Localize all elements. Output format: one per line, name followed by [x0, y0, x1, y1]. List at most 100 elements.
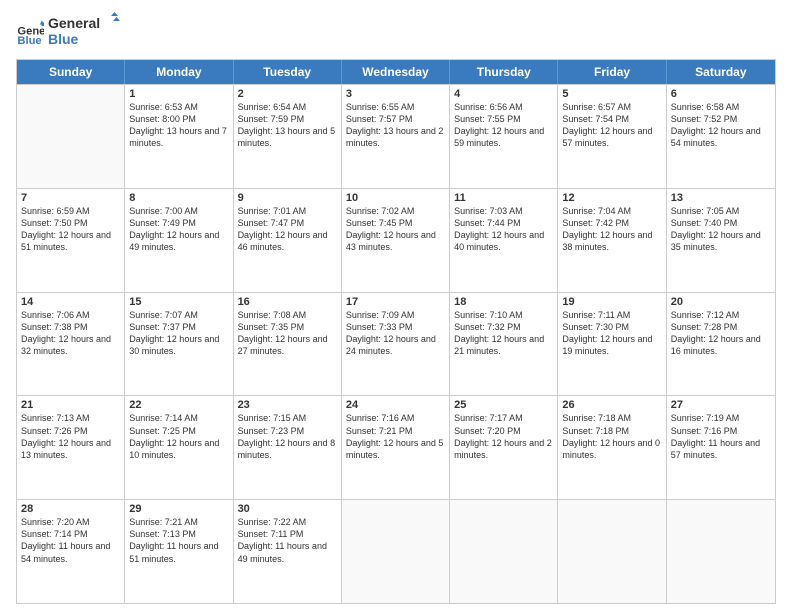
calendar-cell [17, 85, 125, 188]
day-number: 14 [21, 296, 120, 308]
day-info: Sunrise: 7:20 AMSunset: 7:14 PMDaylight:… [21, 516, 120, 565]
calendar-cell: 10Sunrise: 7:02 AMSunset: 7:45 PMDayligh… [342, 189, 450, 292]
calendar-cell: 24Sunrise: 7:16 AMSunset: 7:21 PMDayligh… [342, 396, 450, 499]
day-info: Sunrise: 6:53 AMSunset: 8:00 PMDaylight:… [129, 101, 228, 150]
day-info: Sunrise: 7:17 AMSunset: 7:20 PMDaylight:… [454, 412, 553, 461]
day-info: Sunrise: 7:16 AMSunset: 7:21 PMDaylight:… [346, 412, 445, 461]
day-info: Sunrise: 7:11 AMSunset: 7:30 PMDaylight:… [562, 309, 661, 358]
calendar-cell: 25Sunrise: 7:17 AMSunset: 7:20 PMDayligh… [450, 396, 558, 499]
calendar-cell [558, 500, 666, 603]
day-number: 13 [671, 192, 771, 204]
day-info: Sunrise: 6:59 AMSunset: 7:50 PMDaylight:… [21, 205, 120, 254]
calendar-cell: 5Sunrise: 6:57 AMSunset: 7:54 PMDaylight… [558, 85, 666, 188]
calendar-cell: 9Sunrise: 7:01 AMSunset: 7:47 PMDaylight… [234, 189, 342, 292]
calendar-cell: 22Sunrise: 7:14 AMSunset: 7:25 PMDayligh… [125, 396, 233, 499]
day-info: Sunrise: 7:08 AMSunset: 7:35 PMDaylight:… [238, 309, 337, 358]
calendar-header: SundayMondayTuesdayWednesdayThursdayFrid… [17, 60, 775, 84]
day-info: Sunrise: 6:55 AMSunset: 7:57 PMDaylight:… [346, 101, 445, 150]
calendar-row: 14Sunrise: 7:06 AMSunset: 7:38 PMDayligh… [17, 292, 775, 396]
calendar-cell: 13Sunrise: 7:05 AMSunset: 7:40 PMDayligh… [667, 189, 775, 292]
day-number: 6 [671, 88, 771, 100]
day-number: 25 [454, 399, 553, 411]
svg-text:General: General [48, 15, 100, 31]
day-number: 15 [129, 296, 228, 308]
logo: General Blue General Blue [16, 12, 120, 53]
calendar-row: 1Sunrise: 6:53 AMSunset: 8:00 PMDaylight… [17, 84, 775, 188]
header-day-thursday: Thursday [450, 60, 558, 84]
day-info: Sunrise: 7:22 AMSunset: 7:11 PMDaylight:… [238, 516, 337, 565]
day-number: 24 [346, 399, 445, 411]
header-day-friday: Friday [558, 60, 666, 84]
calendar-cell [667, 500, 775, 603]
calendar-cell: 29Sunrise: 7:21 AMSunset: 7:13 PMDayligh… [125, 500, 233, 603]
calendar-cell: 4Sunrise: 6:56 AMSunset: 7:55 PMDaylight… [450, 85, 558, 188]
day-info: Sunrise: 7:06 AMSunset: 7:38 PMDaylight:… [21, 309, 120, 358]
day-number: 26 [562, 399, 661, 411]
calendar-cell: 12Sunrise: 7:04 AMSunset: 7:42 PMDayligh… [558, 189, 666, 292]
calendar-cell: 15Sunrise: 7:07 AMSunset: 7:37 PMDayligh… [125, 293, 233, 396]
header-day-monday: Monday [125, 60, 233, 84]
calendar-cell: 14Sunrise: 7:06 AMSunset: 7:38 PMDayligh… [17, 293, 125, 396]
calendar-cell: 19Sunrise: 7:11 AMSunset: 7:30 PMDayligh… [558, 293, 666, 396]
day-number: 28 [21, 503, 120, 515]
calendar-cell [342, 500, 450, 603]
day-number: 29 [129, 503, 228, 515]
header-day-sunday: Sunday [17, 60, 125, 84]
day-number: 10 [346, 192, 445, 204]
day-number: 22 [129, 399, 228, 411]
day-number: 5 [562, 88, 661, 100]
svg-text:Blue: Blue [17, 35, 41, 47]
calendar: SundayMondayTuesdayWednesdayThursdayFrid… [16, 59, 776, 604]
calendar-row: 7Sunrise: 6:59 AMSunset: 7:50 PMDaylight… [17, 188, 775, 292]
day-info: Sunrise: 6:58 AMSunset: 7:52 PMDaylight:… [671, 101, 771, 150]
day-info: Sunrise: 7:00 AMSunset: 7:49 PMDaylight:… [129, 205, 228, 254]
day-number: 30 [238, 503, 337, 515]
svg-text:Blue: Blue [48, 31, 79, 47]
day-info: Sunrise: 7:15 AMSunset: 7:23 PMDaylight:… [238, 412, 337, 461]
calendar-cell: 2Sunrise: 6:54 AMSunset: 7:59 PMDaylight… [234, 85, 342, 188]
day-number: 19 [562, 296, 661, 308]
day-info: Sunrise: 7:19 AMSunset: 7:16 PMDaylight:… [671, 412, 771, 461]
calendar-cell: 27Sunrise: 7:19 AMSunset: 7:16 PMDayligh… [667, 396, 775, 499]
day-info: Sunrise: 7:12 AMSunset: 7:28 PMDaylight:… [671, 309, 771, 358]
header-day-wednesday: Wednesday [342, 60, 450, 84]
day-number: 11 [454, 192, 553, 204]
day-number: 12 [562, 192, 661, 204]
calendar-cell: 23Sunrise: 7:15 AMSunset: 7:23 PMDayligh… [234, 396, 342, 499]
day-info: Sunrise: 7:18 AMSunset: 7:18 PMDaylight:… [562, 412, 661, 461]
header-day-tuesday: Tuesday [234, 60, 342, 84]
day-info: Sunrise: 7:01 AMSunset: 7:47 PMDaylight:… [238, 205, 337, 254]
day-info: Sunrise: 6:57 AMSunset: 7:54 PMDaylight:… [562, 101, 661, 150]
day-number: 20 [671, 296, 771, 308]
day-info: Sunrise: 7:03 AMSunset: 7:44 PMDaylight:… [454, 205, 553, 254]
day-info: Sunrise: 7:13 AMSunset: 7:26 PMDaylight:… [21, 412, 120, 461]
day-number: 23 [238, 399, 337, 411]
calendar-cell: 7Sunrise: 6:59 AMSunset: 7:50 PMDaylight… [17, 189, 125, 292]
page-header: General Blue General Blue [16, 12, 776, 53]
day-info: Sunrise: 6:54 AMSunset: 7:59 PMDaylight:… [238, 101, 337, 150]
calendar-cell: 18Sunrise: 7:10 AMSunset: 7:32 PMDayligh… [450, 293, 558, 396]
calendar-cell: 1Sunrise: 6:53 AMSunset: 8:00 PMDaylight… [125, 85, 233, 188]
calendar-cell: 6Sunrise: 6:58 AMSunset: 7:52 PMDaylight… [667, 85, 775, 188]
day-number: 8 [129, 192, 228, 204]
day-info: Sunrise: 7:02 AMSunset: 7:45 PMDaylight:… [346, 205, 445, 254]
day-info: Sunrise: 7:14 AMSunset: 7:25 PMDaylight:… [129, 412, 228, 461]
day-info: Sunrise: 7:04 AMSunset: 7:42 PMDaylight:… [562, 205, 661, 254]
day-info: Sunrise: 7:21 AMSunset: 7:13 PMDaylight:… [129, 516, 228, 565]
calendar-body: 1Sunrise: 6:53 AMSunset: 8:00 PMDaylight… [17, 84, 775, 603]
day-info: Sunrise: 7:07 AMSunset: 7:37 PMDaylight:… [129, 309, 228, 358]
calendar-cell: 20Sunrise: 7:12 AMSunset: 7:28 PMDayligh… [667, 293, 775, 396]
day-number: 18 [454, 296, 553, 308]
calendar-cell: 30Sunrise: 7:22 AMSunset: 7:11 PMDayligh… [234, 500, 342, 603]
calendar-row: 21Sunrise: 7:13 AMSunset: 7:26 PMDayligh… [17, 395, 775, 499]
day-number: 4 [454, 88, 553, 100]
day-number: 3 [346, 88, 445, 100]
day-number: 9 [238, 192, 337, 204]
calendar-row: 28Sunrise: 7:20 AMSunset: 7:14 PMDayligh… [17, 499, 775, 603]
calendar-cell: 21Sunrise: 7:13 AMSunset: 7:26 PMDayligh… [17, 396, 125, 499]
day-number: 21 [21, 399, 120, 411]
calendar-cell: 8Sunrise: 7:00 AMSunset: 7:49 PMDaylight… [125, 189, 233, 292]
day-number: 17 [346, 296, 445, 308]
day-info: Sunrise: 6:56 AMSunset: 7:55 PMDaylight:… [454, 101, 553, 150]
day-number: 16 [238, 296, 337, 308]
